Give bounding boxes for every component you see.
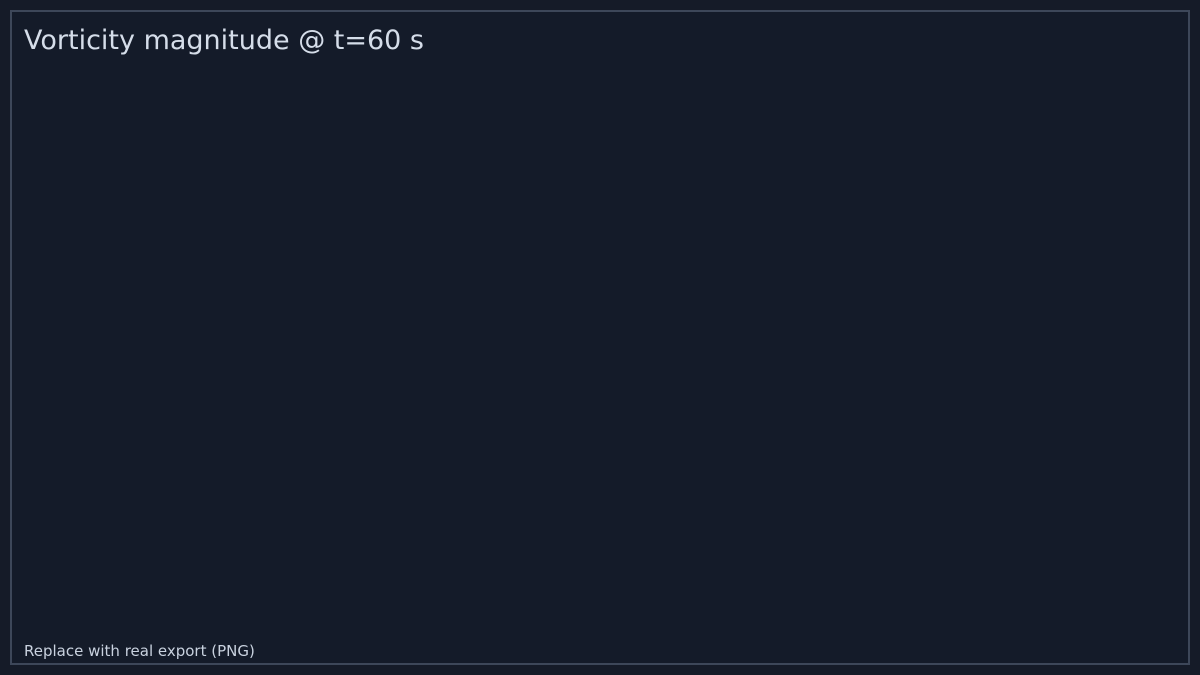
placeholder-caption: Replace with real export (PNG) xyxy=(24,642,255,660)
image-placeholder-frame: Vorticity magnitude @ t=60 s Replace wit… xyxy=(10,10,1190,665)
figure-title: Vorticity magnitude @ t=60 s xyxy=(24,25,425,56)
